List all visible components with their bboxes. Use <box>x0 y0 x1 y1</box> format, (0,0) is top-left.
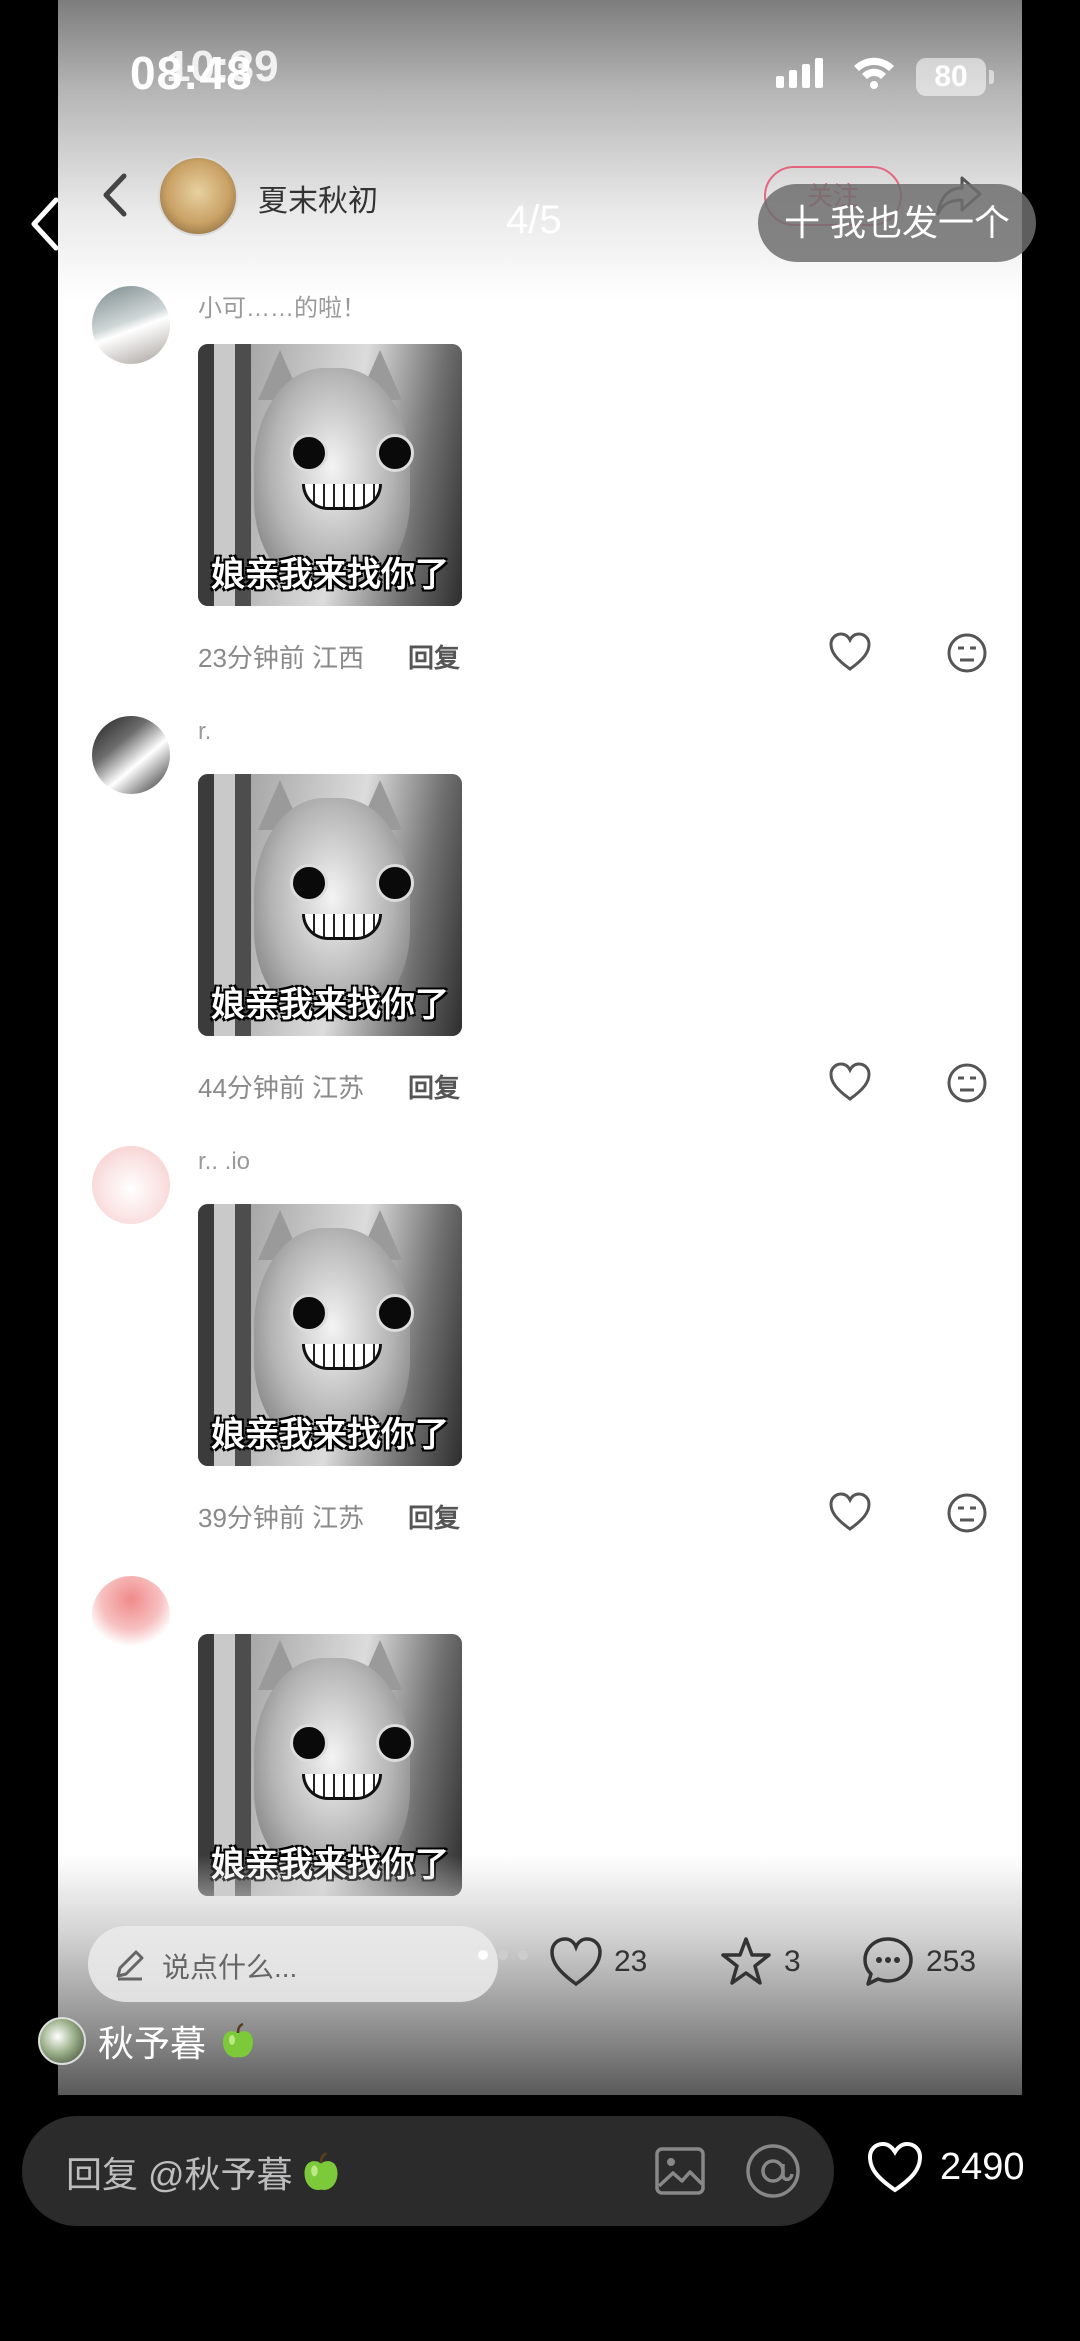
dislike-face-icon <box>947 1493 987 1533</box>
inner-bottom-bar: 说点什么... 23 3 253 <box>58 1920 1022 2020</box>
commenter-avatar <box>92 286 170 364</box>
battery-indicator: 80 <box>916 58 994 96</box>
commenter-name: r. <box>198 718 212 745</box>
inner-back-icon <box>103 173 127 217</box>
dislike-face-icon <box>947 633 987 673</box>
comment-time: 39分钟前 <box>198 1503 305 1533</box>
comment-item: r. 娘亲我来找你了 44分钟前 江苏 回复 <box>58 716 1022 1136</box>
comment-item: r.. .io 娘亲我来找你了 39分钟前 江苏 回复 <box>58 1146 1022 1566</box>
comment-time: 23分钟前 <box>198 643 305 673</box>
heart-icon <box>829 632 871 671</box>
reply-placeholder: 回复 @秋予暮 <box>66 2154 293 2195</box>
commenter-avatar <box>92 716 170 794</box>
commenter-avatar <box>92 1576 170 1654</box>
commenter-avatar <box>92 1146 170 1224</box>
inner-comment-input: 说点什么... <box>88 1926 498 2002</box>
like-count: 2490 <box>940 2145 1025 2188</box>
heart-icon <box>829 1492 871 1531</box>
image-icon[interactable] <box>654 2146 706 2196</box>
comment-region: 江苏 <box>312 1073 365 1103</box>
comment-time: 44分钟前 <box>198 1073 305 1103</box>
commenter-name: 小可……的啦！ <box>198 295 366 322</box>
comment-region: 江苏 <box>312 1503 365 1533</box>
green-apple-icon <box>223 2022 254 2058</box>
reply-link: 回复 <box>408 643 461 673</box>
inner-comment-count: 253 <box>926 1945 977 1978</box>
inner-comment-stat: 253 <box>860 1934 976 1990</box>
inner-input-placeholder: 说点什么... <box>162 1952 298 1983</box>
meme-caption: 娘亲我来找你了 <box>211 1416 449 1454</box>
signal-icon <box>776 58 823 88</box>
reply-input[interactable]: 回复 @秋予暮 <box>22 2116 834 2226</box>
dislike-face-icon <box>947 1063 987 1103</box>
reply-link: 回复 <box>408 1503 461 1533</box>
comment-item: 小可……的啦！ 娘亲我来找你了 23分钟前 江西 回复 <box>58 286 1022 706</box>
reply-placeholder-wrap: 回复 @秋予暮 <box>66 2146 343 2198</box>
post-too-button[interactable]: 十 我也发一个 <box>758 184 1036 262</box>
pencil-icon <box>116 1950 144 1981</box>
green-apple-icon <box>304 2151 338 2190</box>
inner-like-stat: 23 <box>548 1934 647 1990</box>
embedded-post-screenshot: 10:39 夏末秋初 关注 小可……的啦！ 娘亲我来找你了 23分钟前 江西 回… <box>58 0 1022 2095</box>
star-icon <box>721 1937 771 1985</box>
current-user-tag[interactable]: 秋予暮 <box>38 2016 258 2066</box>
comment-region: 江西 <box>312 643 365 673</box>
heart-icon <box>867 2141 923 2193</box>
comment-meta: 44分钟前 江苏 <box>198 1068 364 1105</box>
comment-meta: 23分钟前 江西 <box>198 638 364 675</box>
wifi-icon <box>854 57 894 89</box>
heart-icon <box>829 1062 871 1101</box>
heart-icon <box>550 1937 602 1987</box>
inner-star-count: 3 <box>784 1945 801 1978</box>
like-button[interactable]: 2490 <box>866 2140 1025 2194</box>
status-time: 08:48 <box>130 47 253 99</box>
author-name: 夏末秋初 <box>258 185 378 218</box>
current-user-name: 秋予暮 <box>98 2023 207 2064</box>
meme-image: 娘亲我来找你了 <box>198 774 462 1036</box>
author-avatar <box>158 156 238 236</box>
mention-icon[interactable] <box>744 2142 802 2200</box>
meme-caption: 娘亲我来找你了 <box>211 556 449 594</box>
back-icon[interactable] <box>30 196 60 252</box>
page-dots <box>478 1950 528 1960</box>
inner-like-count: 23 <box>614 1945 648 1978</box>
meme-image: 娘亲我来找你了 <box>198 344 462 606</box>
reply-link: 回复 <box>408 1073 461 1103</box>
inner-star-stat: 3 <box>718 1934 801 1990</box>
image-page-indicator: 4/5 <box>506 198 562 242</box>
comment-meta: 39分钟前 江苏 <box>198 1498 364 1535</box>
commenter-name: r.. .io <box>198 1148 251 1175</box>
meme-caption: 娘亲我来找你了 <box>211 986 449 1024</box>
comment-bubble-icon <box>863 1937 913 1986</box>
meme-image: 娘亲我来找你了 <box>198 1204 462 1466</box>
user-avatar <box>38 2017 86 2065</box>
